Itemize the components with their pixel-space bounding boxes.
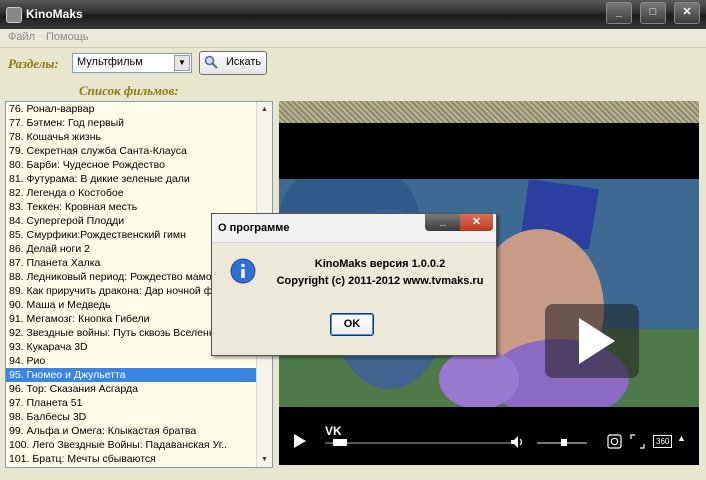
about-dialog: О программе _ ✕ KinoMaks версия 1.0.0.2 … <box>211 213 497 356</box>
dialog-title-bar[interactable]: О программе _ ✕ <box>212 214 496 243</box>
list-item[interactable]: 82. Легенда о Костобое <box>6 186 256 200</box>
toolbar: Разделы: Мультфильм ▼ Искать <box>0 48 706 78</box>
list-item[interactable]: 81. Футурама: В дикие зеленые дали <box>6 172 256 186</box>
minimize-button[interactable]: _ <box>606 2 632 24</box>
list-item[interactable]: 79. Секретная служба Санта-Клауса <box>6 144 256 158</box>
list-item[interactable]: 83. Теккен: Кровная месть <box>6 200 256 214</box>
list-item[interactable]: 99. Альфа и Омега: Клыкастая братва <box>6 424 256 438</box>
progress-handle[interactable] <box>332 439 347 446</box>
sections-label: Разделы: <box>8 56 59 71</box>
progress-track[interactable] <box>325 442 515 444</box>
search-icon <box>204 55 218 69</box>
play-overlay[interactable] <box>545 304 639 378</box>
ok-button[interactable]: OK <box>330 313 374 336</box>
player-pattern-strip <box>279 101 699 123</box>
section-dropdown-value: Мультфильм <box>77 56 143 68</box>
menu-bar: Файл Помощь <box>0 29 706 48</box>
search-button[interactable]: Искать <box>199 51 267 75</box>
dialog-caption-buttons: _ ✕ <box>425 214 493 231</box>
player-controls: VK 360 ▲ <box>279 411 699 465</box>
menu-file[interactable]: Файл <box>8 31 35 43</box>
badge-360[interactable]: 360 <box>653 435 673 448</box>
list-item[interactable]: 76. Ронал-варвар <box>6 102 256 116</box>
list-item[interactable]: 97. Планета 51 <box>6 396 256 410</box>
fullscreen-icon[interactable] <box>630 434 645 449</box>
search-button-label: Искать <box>226 56 262 68</box>
play-icon <box>579 318 615 364</box>
list-item[interactable]: 96. Тор: Сказания Асгарда <box>6 382 256 396</box>
list-item[interactable]: 100. Лего Звездные Войны: Падаванская Уг… <box>6 438 256 452</box>
dialog-close-button[interactable]: ✕ <box>460 214 493 231</box>
section-dropdown[interactable]: Мультфильм ▼ <box>72 53 192 73</box>
list-item[interactable]: 77. Бэтмен: Год первый <box>6 116 256 130</box>
scroll-down-icon[interactable]: ▼ <box>259 454 270 465</box>
maximize-button[interactable]: □ <box>640 2 666 24</box>
close-button[interactable]: ✕ <box>674 2 700 24</box>
volume-icon[interactable] <box>510 435 524 449</box>
title-bar[interactable]: KinoMaks _ □ ✕ <box>0 0 706 29</box>
list-item[interactable]: 101. Братц: Мечты сбываются <box>6 452 256 466</box>
menu-help[interactable]: Помощь <box>46 31 89 43</box>
movie-list-header: Список фильмов: <box>79 83 179 98</box>
list-item[interactable]: 80. Барби: Чудесное Рождество <box>6 158 256 172</box>
list-item[interactable]: 98. Балбесы 3D <box>6 410 256 424</box>
chevron-up-icon[interactable]: ▲ <box>677 433 686 443</box>
list-item[interactable]: 94. Рио <box>6 354 256 368</box>
list-item[interactable]: 78. Кошачья жизнь <box>6 130 256 144</box>
vk-brand-label: VK <box>325 424 342 438</box>
dialog-title: О программе <box>218 222 290 234</box>
repeat-icon[interactable] <box>607 434 622 449</box>
volume-handle[interactable] <box>561 439 568 446</box>
info-icon <box>230 258 256 284</box>
list-item[interactable]: 95. Гномео и Джульетта <box>6 368 256 382</box>
dialog-copyright-text: Copyright (c) 2011-2012 www.tvmaks.ru <box>276 275 484 287</box>
play-button-icon[interactable] <box>293 433 307 449</box>
chevron-down-icon[interactable]: ▼ <box>174 55 190 71</box>
app-icon <box>6 7 22 23</box>
dialog-version-text: KinoMaks версия 1.0.0.2 <box>314 258 446 270</box>
dialog-minimize-button[interactable]: _ <box>428 214 458 231</box>
app-title: KinoMaks <box>26 7 83 21</box>
scroll-up-icon[interactable]: ▲ <box>259 104 270 115</box>
